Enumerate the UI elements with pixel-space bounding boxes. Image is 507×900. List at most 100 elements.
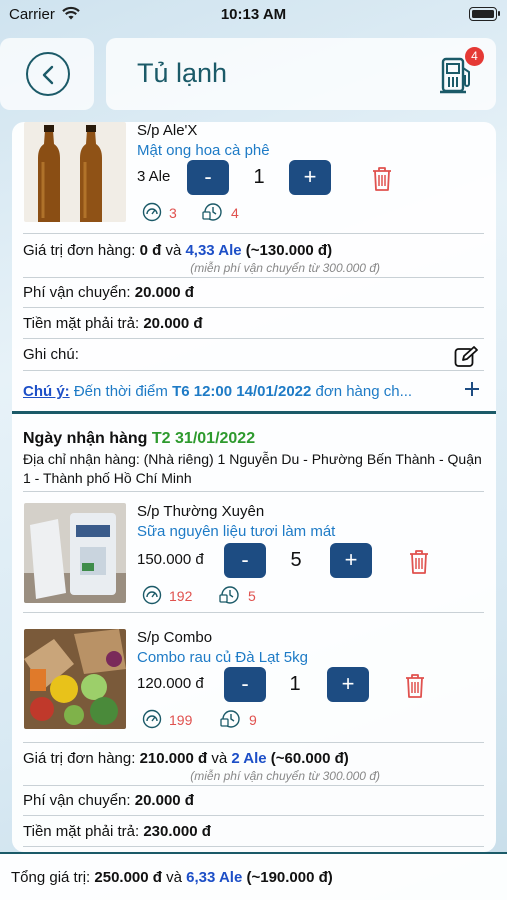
cash-due-value: 20.000 đ	[143, 315, 203, 332]
product-price: 3 Ale	[137, 168, 171, 185]
total-and: và	[166, 869, 182, 886]
stat-value-a: 3	[169, 205, 177, 221]
gauge-icon	[142, 709, 162, 729]
free-shipping-note: (miễn phí vận chuyển từ 300.000 đ)	[190, 769, 380, 783]
product-name[interactable]: Combo rau củ Đà Lạt 5kg	[137, 649, 308, 666]
free-shipping-note: (miễn phí vận chuyển từ 300.000 đ)	[190, 261, 380, 275]
divider	[23, 277, 484, 278]
clock-lock-icon	[202, 203, 222, 221]
cart-item: S/p Ale'X Mật ong hoa cà phê 3 Ale - 1 +…	[12, 122, 496, 232]
divider	[23, 846, 484, 847]
status-bar: Carrier 10:13 AM	[0, 0, 507, 30]
total-approx: (~190.000 đ)	[246, 869, 333, 886]
stat-value-a: 199	[169, 712, 193, 728]
divider	[23, 785, 484, 786]
increase-quantity-button[interactable]: +	[327, 667, 369, 702]
battery-icon	[469, 7, 500, 21]
order-separator	[12, 411, 496, 414]
cart-count-badge: 4	[465, 47, 484, 66]
divider	[23, 338, 484, 339]
decrease-quantity-button[interactable]: -	[224, 667, 266, 702]
shipping-fee-value: 20.000 đ	[134, 792, 194, 809]
back-button-container	[0, 38, 94, 110]
back-button[interactable]	[26, 52, 70, 96]
order-value-and: và	[165, 242, 182, 259]
increase-quantity-button[interactable]: +	[289, 160, 331, 195]
product-price: 150.000 đ	[137, 551, 204, 568]
stat-value-b: 4	[231, 205, 239, 221]
plus-icon[interactable]	[464, 381, 480, 397]
product-image-honey	[24, 122, 126, 222]
attention-label[interactable]: Chú ý:	[23, 383, 70, 400]
trash-icon[interactable]	[371, 166, 393, 192]
order-value-amount: 0 đ	[139, 242, 162, 259]
stat-value-b: 5	[248, 588, 256, 604]
divider	[23, 815, 484, 816]
attention-row: Chú ý: Đến thời điểm T6 12:00 14/01/2022…	[23, 383, 484, 400]
clock-lock-icon	[220, 710, 240, 728]
stat-value-b: 9	[249, 712, 257, 728]
delivery-date-row: Ngày nhận hàng T2 31/01/2022	[23, 430, 484, 448]
order-value-amount: 210.000 đ	[139, 750, 208, 767]
total-ale: 6,33 Ale	[186, 869, 243, 886]
divider	[23, 307, 484, 308]
product-image-milk	[24, 503, 126, 603]
quantity-value: 5	[290, 549, 302, 571]
gauge-icon	[142, 202, 162, 222]
product-image-vegetables	[24, 629, 126, 729]
cart-item: S/p Combo Combo rau củ Đà Lạt 5kg 120.00…	[12, 629, 496, 739]
shipping-fee-label: Phí vận chuyển:	[23, 792, 131, 809]
total-footer: Tổng giá trị: 250.000 đ và 6,33 Ale (~19…	[0, 852, 507, 900]
divider	[23, 612, 484, 613]
attention-prefix: Đến thời điểm	[73, 383, 168, 400]
quantity-value: 1	[253, 166, 265, 188]
header-bar: Tủ lạnh 4	[106, 38, 496, 110]
quantity-value: 1	[289, 673, 301, 695]
delivery-address: Địa chỉ nhận hàng: (Nhà riêng) 1 Nguyễn …	[23, 451, 482, 486]
trash-icon[interactable]	[408, 549, 430, 575]
total-amount: 250.000 đ	[94, 869, 162, 886]
cash-due-row: Tiền mặt phải trả: 20.000 đ	[23, 315, 484, 332]
product-name[interactable]: Sữa nguyên liệu tươi làm mát	[137, 523, 335, 540]
order-value-row: Giá trị đơn hàng: 210.000 đ và 2 Ale (~6…	[23, 750, 484, 767]
trash-icon[interactable]	[404, 673, 426, 699]
order-value-and: và	[211, 750, 228, 767]
product-type: S/p Combo	[137, 629, 213, 646]
order-value-label: Giá trị đơn hàng:	[23, 242, 136, 259]
cash-due-value: 230.000 đ	[143, 823, 211, 840]
decrease-quantity-button[interactable]: -	[224, 543, 266, 578]
order-value-approx: (~60.000 đ)	[270, 750, 349, 767]
order-value-row: Giá trị đơn hàng: 0 đ và 4,33 Ale (~130.…	[23, 242, 484, 259]
divider	[23, 491, 484, 492]
cash-due-label: Tiền mặt phải trả:	[23, 823, 140, 840]
order-value-ale: 2 Ale	[231, 750, 267, 767]
increase-quantity-button[interactable]: +	[330, 543, 372, 578]
stat-value-a: 192	[169, 588, 193, 604]
divider	[23, 233, 484, 234]
total-label: Tổng giá trị:	[11, 869, 91, 886]
divider	[23, 742, 484, 743]
clock-time: 10:13 AM	[220, 6, 287, 23]
shipping-fee-value: 20.000 đ	[134, 284, 194, 301]
attention-suffix: đơn hàng ch...	[315, 383, 413, 400]
order-list-card: S/p Ale'X Mật ong hoa cà phê 3 Ale - 1 +…	[12, 122, 496, 852]
delivery-date-label: Ngày nhận hàng	[23, 430, 148, 447]
edit-note-icon[interactable]	[454, 346, 478, 368]
shipping-fee-label: Phí vận chuyển:	[23, 284, 131, 301]
cart-item: S/p Thường Xuyên Sữa nguyên liệu tươi là…	[12, 503, 496, 613]
order-value-label: Giá trị đơn hàng:	[23, 750, 136, 767]
note-label: Ghi chú:	[23, 346, 79, 363]
decrease-quantity-button[interactable]: -	[187, 160, 229, 195]
clock-lock-icon	[219, 586, 239, 604]
order-value-approx: (~130.000 đ)	[245, 242, 333, 259]
gauge-icon	[142, 585, 162, 605]
attention-time: T6 12:00 14/01/2022	[172, 383, 312, 400]
delivery-date-value: T2 31/01/2022	[151, 430, 256, 447]
shipping-fee-row: Phí vận chuyển: 20.000 đ	[23, 284, 484, 301]
note-row[interactable]: Ghi chú:	[23, 346, 484, 363]
divider	[23, 370, 484, 371]
product-price: 120.000 đ	[137, 675, 204, 692]
product-name[interactable]: Mật ong hoa cà phê	[137, 142, 270, 159]
order-value-ale: 4,33 Ale	[185, 242, 242, 259]
total-row: Tổng giá trị: 250.000 đ và 6,33 Ale (~19…	[11, 869, 333, 886]
